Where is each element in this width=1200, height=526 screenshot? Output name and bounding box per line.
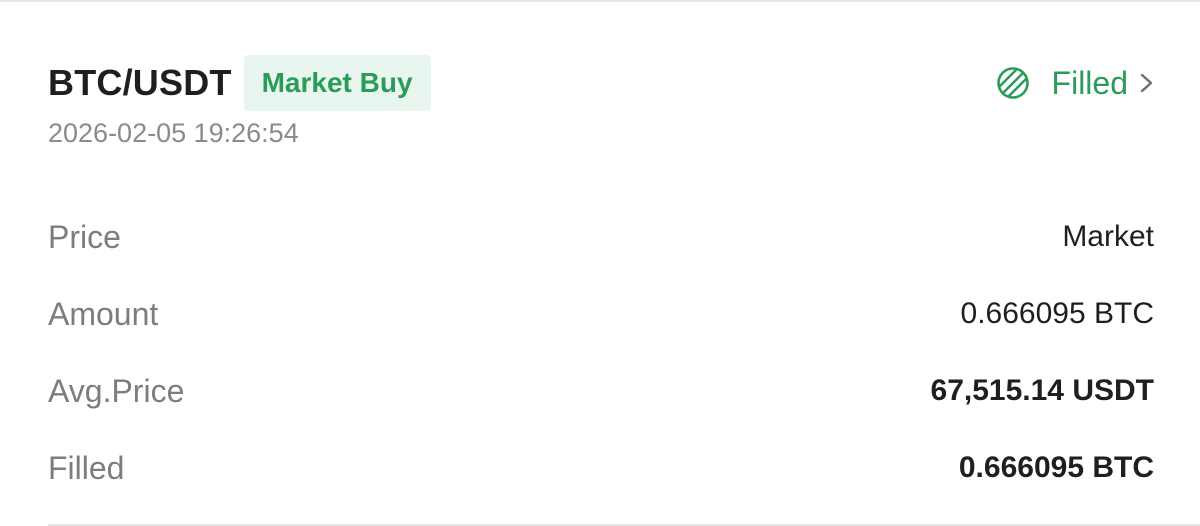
- detail-value: Market: [1062, 219, 1154, 253]
- detail-row-amount: Amount 0.666095 BTC: [48, 275, 1154, 352]
- order-details: Price Market Amount 0.666095 BTC Avg.Pri…: [48, 198, 1154, 506]
- detail-label: Avg.Price: [48, 372, 185, 409]
- detail-label: Filled: [48, 449, 125, 486]
- pair-symbol: BTC/USDT: [48, 62, 232, 103]
- pair-group: BTC/USDT Market Buy: [48, 55, 431, 111]
- striped-circle-icon: [996, 67, 1029, 99]
- order-header: BTC/USDT Market Buy Filled: [48, 54, 1154, 112]
- order-status-link[interactable]: Filled: [996, 66, 1154, 100]
- order-card: BTC/USDT Market Buy Filled 2026-02-05 19…: [0, 0, 1200, 526]
- detail-value: 0.666095 BTC: [960, 296, 1154, 330]
- detail-label: Amount: [48, 295, 159, 332]
- order-timestamp: 2026-02-05 19:26:54: [48, 118, 299, 148]
- detail-row-filled: Filled 0.666095 BTC: [48, 429, 1154, 506]
- status-label: Filled: [1051, 65, 1128, 101]
- detail-value: 67,515.14 USDT: [930, 373, 1154, 407]
- order-type-badge: Market Buy: [243, 55, 431, 111]
- detail-value: 0.666095 BTC: [958, 450, 1154, 484]
- detail-row-avg-price: Avg.Price 67,515.14 USDT: [48, 352, 1154, 429]
- chevron-right-icon: [1140, 73, 1153, 93]
- detail-row-price: Price Market: [48, 198, 1154, 275]
- detail-label: Price: [48, 218, 121, 255]
